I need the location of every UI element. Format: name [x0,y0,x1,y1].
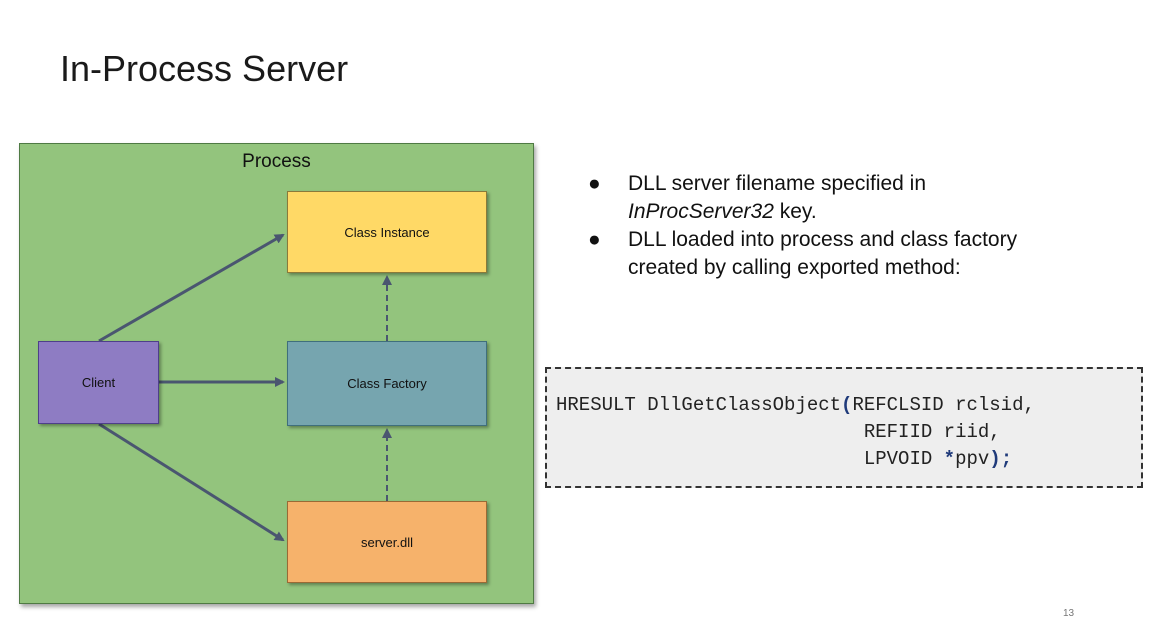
class-factory-label: Class Factory [347,376,427,391]
code-snippet: HRESULT DllGetClassObject(REFCLSID rclsi… [556,392,1035,473]
bullet-dot-icon: ● [588,172,601,195]
process-container: Process Class Instance Class Factory ser… [19,143,534,604]
code-token: REFCLSID rclsid, [852,394,1035,416]
bullet-text: DLL loaded into process and class factor… [628,228,1018,251]
code-line: REFIID riid, [556,421,1001,443]
bullet-item: ● DLL loaded into process and class fact… [588,226,1108,282]
code-block: HRESULT DllGetClassObject(REFCLSID rclsi… [545,367,1143,488]
class-instance-box: Class Instance [287,191,487,273]
code-token: HRESULT DllGetClassObject [556,394,842,416]
bullet-text: DLL server filename specified in [628,172,927,195]
bullet-text: key. [773,200,817,223]
code-token: ppv [955,448,990,470]
bullet-dot-icon: ● [588,228,601,251]
page-number: 13 [1063,608,1075,619]
bullet-list: ● DLL server filename specified in InPro… [588,170,1108,282]
server-dll-box: server.dll [287,501,487,583]
client-label: Client [81,375,116,390]
code-token: ); [989,448,1013,470]
bullet-item: ● DLL server filename specified in InPro… [588,170,1108,226]
code-token: LPVOID [556,448,944,470]
arrow-client-to-dll [98,422,285,542]
bullet-text: created by calling exported method: [628,256,961,279]
server-dll-label: server.dll [360,534,414,550]
registry-key-name: InProcServer32 [628,200,774,223]
class-factory-box: Class Factory [287,341,487,426]
code-token: ( [841,394,853,416]
client-box: Client [38,341,159,424]
class-instance-label: Class Instance [344,224,430,240]
code-token: * [943,448,956,470]
arrow-client-to-instance [98,233,285,343]
slide-title: In-Process Server [60,48,349,89]
